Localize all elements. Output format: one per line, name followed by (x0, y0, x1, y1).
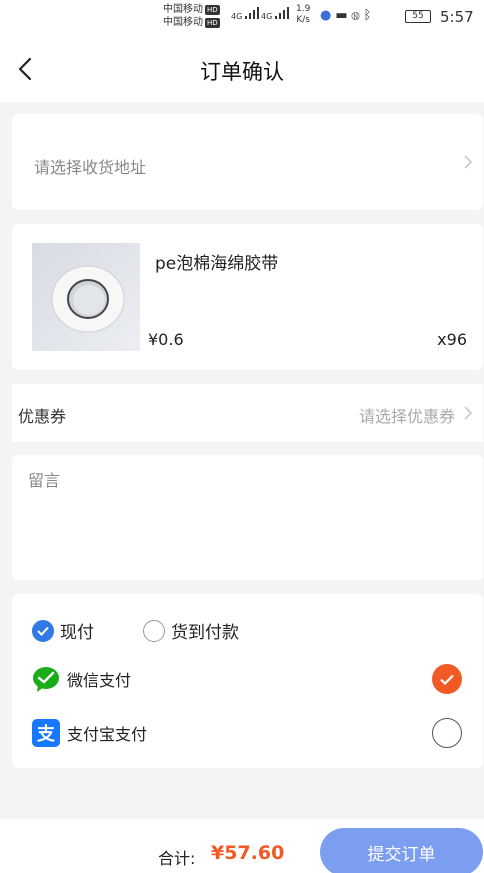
network-type: 4G (261, 12, 273, 21)
carrier-info: 中国移动 HD 中国移动 HD (163, 3, 220, 29)
alipay-row[interactable]: 支 支付宝支付 (32, 715, 462, 751)
product-quantity: x96 (437, 330, 467, 349)
pay-now-label: 现付 (60, 623, 94, 643)
hd-badge: HD (205, 18, 220, 28)
nfc-icon: Ⓝ (351, 8, 364, 23)
alipay-label: 支付宝支付 (67, 725, 148, 744)
coupon-selector[interactable]: 优惠券 请选择优惠券 (12, 384, 483, 442)
message-input[interactable] (28, 467, 468, 567)
selected-check-icon[interactable] (432, 664, 462, 694)
page-header: 订单确认 (0, 36, 484, 102)
status-icons: ●▬Ⓝᛒ (320, 8, 375, 23)
pay-now-option[interactable]: 现付 (32, 618, 94, 643)
chevron-right-icon (464, 155, 473, 169)
alipay-icon: 支 (32, 719, 60, 747)
radio-checked-icon (32, 619, 54, 642)
cash-on-delivery-option[interactable]: 货到付款 (143, 618, 239, 643)
network-type: 4G (231, 12, 243, 21)
checkout-bar: 合计: ¥57.60 提交订单 (0, 819, 484, 873)
address-placeholder: 请选择收货地址 (34, 158, 147, 177)
total-amount: ¥57.60 (211, 842, 285, 864)
network-speed: 1.9 K/s (296, 4, 311, 25)
svg-text:支: 支 (36, 723, 56, 745)
radio-unchecked-icon (143, 619, 165, 642)
address-selector[interactable]: 请选择收货地址 (12, 114, 483, 210)
submit-order-button[interactable]: 提交订单 (320, 828, 483, 873)
carrier-2: 中国移动 (163, 17, 203, 28)
wechat-pay-label: 微信支付 (67, 671, 132, 690)
status-bar: 中国移动 HD 中国移动 HD 4G 4G 1.9 K/s ●▬Ⓝᛒ 55 5:57 (0, 0, 484, 36)
coupon-label: 优惠券 (18, 407, 67, 426)
wechat-pay-row[interactable]: 微信支付 (32, 661, 462, 697)
page-title: 订单确认 (200, 60, 284, 84)
wechat-pay-icon (33, 667, 59, 692)
message-card (12, 455, 483, 580)
message-app-icon: ▬ (335, 8, 352, 23)
signal-icon: 4G (261, 7, 289, 21)
cash-on-delivery-label: 货到付款 (171, 623, 239, 643)
clock: 5:57 (440, 8, 474, 26)
battery-icon: 55 (405, 10, 431, 23)
coupon-placeholder: 请选择优惠券 (358, 407, 455, 426)
product-image (32, 243, 140, 351)
total-label: 合计: (158, 849, 196, 868)
bluetooth-icon: ᛒ (363, 8, 376, 23)
chevron-right-icon (464, 406, 473, 420)
product-card: pe泡棉海绵胶带 ¥0.6 x96 (12, 224, 483, 370)
unselected-circle-icon[interactable] (432, 718, 462, 748)
product-price: ¥0.6 (148, 330, 184, 349)
product-name: pe泡棉海绵胶带 (155, 254, 279, 274)
payment-card: 现付 货到付款 微信支付 支 支付宝支付 (12, 594, 483, 768)
carrier-1: 中国移动 (163, 4, 203, 15)
signal-icon: 4G (231, 7, 259, 21)
music-app-icon: ● (320, 8, 336, 23)
hd-badge: HD (205, 5, 220, 15)
